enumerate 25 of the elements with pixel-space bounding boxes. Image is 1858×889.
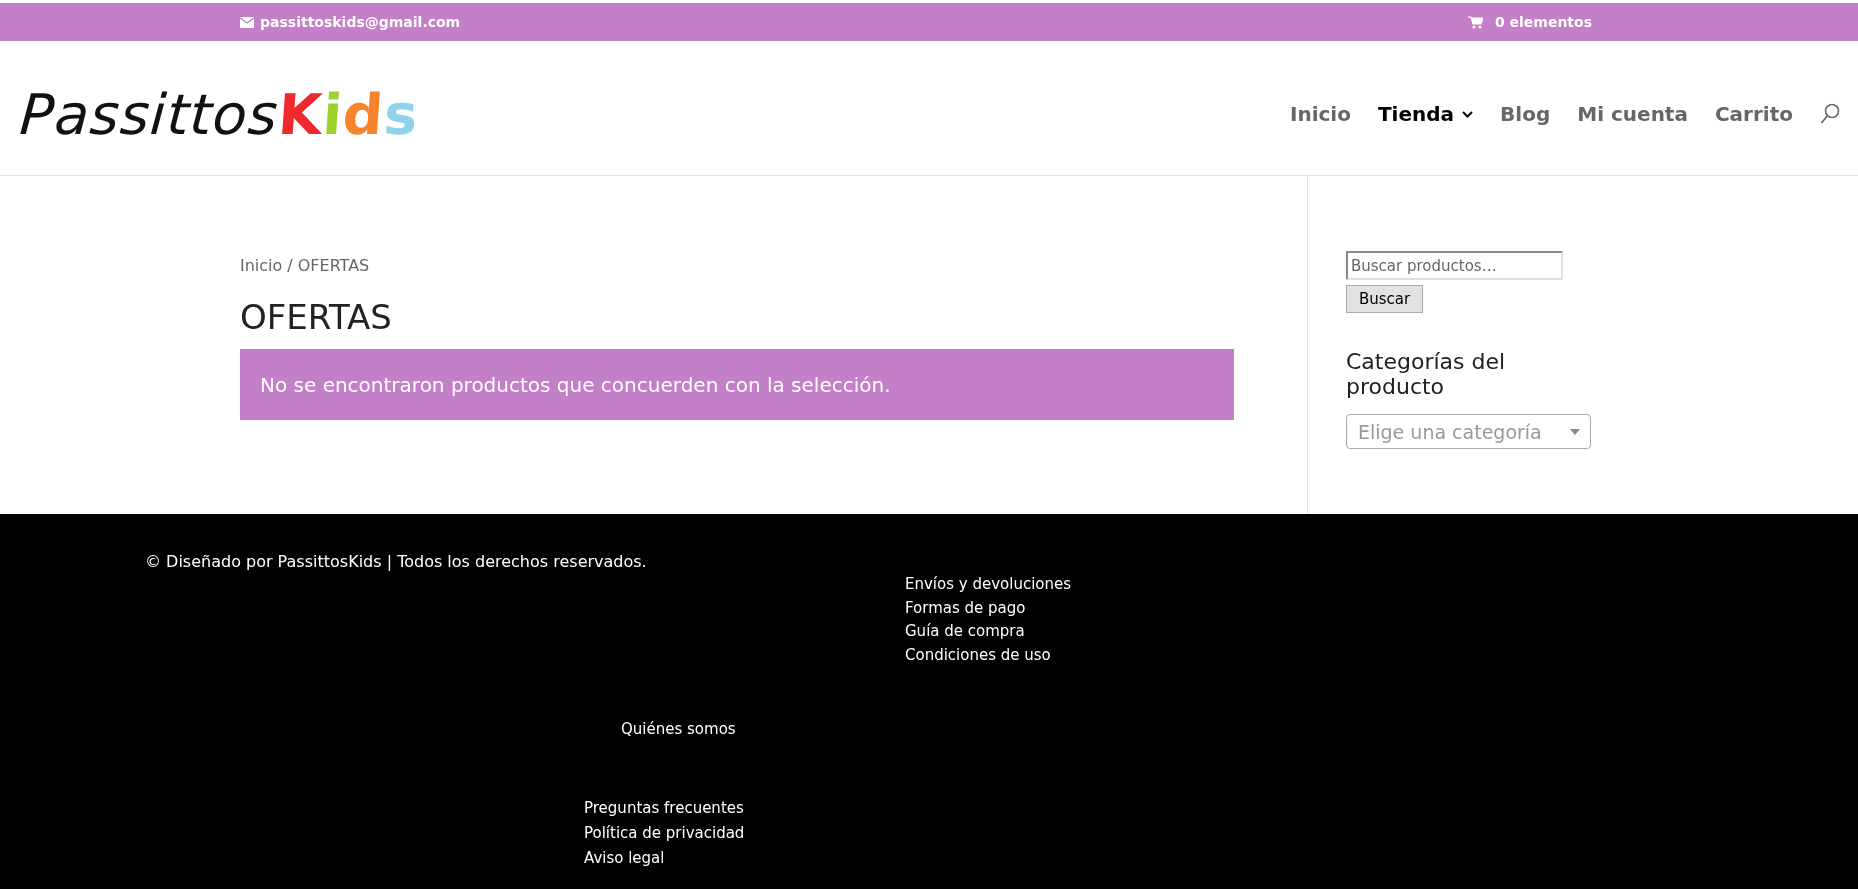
cart-icon[interactable] xyxy=(1467,15,1483,29)
copyright-text: © Diseñado por PassittosKids | Todos los derechos reservados. xyxy=(144,551,648,571)
envelope-icon xyxy=(240,16,254,28)
nav-link[interactable]: Inicio xyxy=(1289,102,1351,126)
page-title: OFERTAS xyxy=(240,297,393,337)
nav-link[interactable]: Carrito xyxy=(1714,102,1793,126)
search-button[interactable]: Buscar xyxy=(1346,285,1424,313)
footer-link[interactable]: Condiciones de uso xyxy=(905,643,1051,667)
nav-link[interactable]: Mi cuenta xyxy=(1577,102,1688,126)
widget-title: Categorías del producto xyxy=(1346,349,1507,399)
logo[interactable]: PassittosKids xyxy=(17,81,421,147)
breadcrumb: Inicio / OFERTAS xyxy=(240,256,371,275)
footer-link[interactable]: Guía de compra xyxy=(905,620,1025,644)
footer-link[interactable]: Aviso legal xyxy=(584,845,665,871)
info-notice: No se encontraron productos que concuerden con la selección. xyxy=(240,349,1234,420)
footer-link[interactable]: Preguntas frecuentes xyxy=(584,795,744,821)
dropdown-arrow-icon xyxy=(1570,428,1580,435)
footer-link[interactable]: Envíos y devoluciones xyxy=(905,573,1072,597)
nav-dropdown-link[interactable]: Tienda xyxy=(1377,102,1474,126)
nav-link[interactable]: Blog xyxy=(1500,102,1551,126)
search-icon[interactable] xyxy=(1820,103,1840,125)
footer-link[interactable]: Política de privacidad xyxy=(584,820,745,846)
search-field[interactable]: Buscar productos… xyxy=(1346,251,1563,280)
footer-link[interactable]: Formas de pago xyxy=(905,596,1026,620)
footer-link[interactable]: Quiénes somos xyxy=(621,718,736,742)
